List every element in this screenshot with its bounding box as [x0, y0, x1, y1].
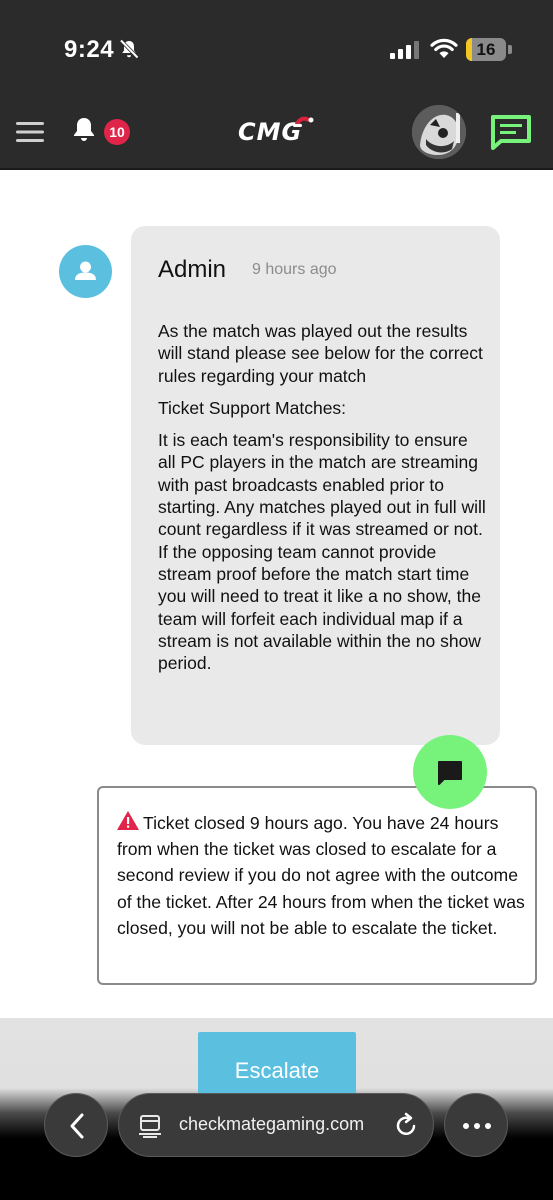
user-icon: [75, 261, 96, 280]
admin-avatar: [59, 245, 112, 298]
message-paragraph: It is each team's responsibility to ensu…: [158, 430, 486, 674]
battery-nub: [508, 45, 512, 54]
back-icon: [70, 1113, 84, 1139]
battery-level: 16: [476, 40, 496, 59]
url-text: checkmategaming.com: [179, 1114, 365, 1134]
browser-back-button[interactable]: [44, 1093, 108, 1157]
reload-icon[interactable]: [394, 1112, 418, 1138]
notice-content: Ticket closed 9 hours ago. You have 24 h…: [117, 810, 527, 941]
avatar-image: [412, 105, 466, 159]
status-time: 9:24: [64, 36, 115, 63]
message-author: Admin: [158, 256, 227, 283]
chat-bubble-icon: [438, 761, 462, 785]
message-body: As the match was played out the results …: [158, 320, 488, 684]
warning-icon: [117, 811, 139, 830]
chat-fab-button[interactable]: [413, 735, 487, 809]
browser-url-bar[interactable]: checkmategaming.com: [118, 1093, 434, 1157]
menu-icon[interactable]: [16, 121, 44, 143]
chat-icon[interactable]: [490, 114, 532, 150]
signal-icon: [390, 41, 419, 59]
app-header: 10 CMG: [0, 94, 553, 170]
santa-hat-icon: [293, 116, 314, 127]
screen: 9:24 16 10 CMG Admin 9 hours ago As the …: [0, 0, 553, 1200]
bell-slash-icon: [119, 39, 139, 59]
message-paragraph: As the match was played out the results …: [158, 321, 483, 386]
notice-text: Ticket closed 9 hours ago. You have 24 h…: [117, 813, 525, 938]
status-bar: 9:24 16: [0, 0, 553, 94]
wifi-icon: [430, 38, 458, 58]
battery-icon: 16: [466, 38, 506, 61]
more-icon: [463, 1123, 491, 1129]
notification-badge[interactable]: 10: [104, 119, 130, 145]
message-time: 9 hours ago: [252, 261, 337, 278]
ticket-closed-notice: Ticket closed 9 hours ago. You have 24 h…: [97, 786, 537, 985]
avatar[interactable]: [412, 105, 466, 159]
browser-more-button[interactable]: [444, 1093, 508, 1157]
bell-icon[interactable]: [72, 116, 96, 144]
message-paragraph: Ticket Support Matches:: [158, 397, 347, 418]
page-icon: [139, 1115, 161, 1138]
